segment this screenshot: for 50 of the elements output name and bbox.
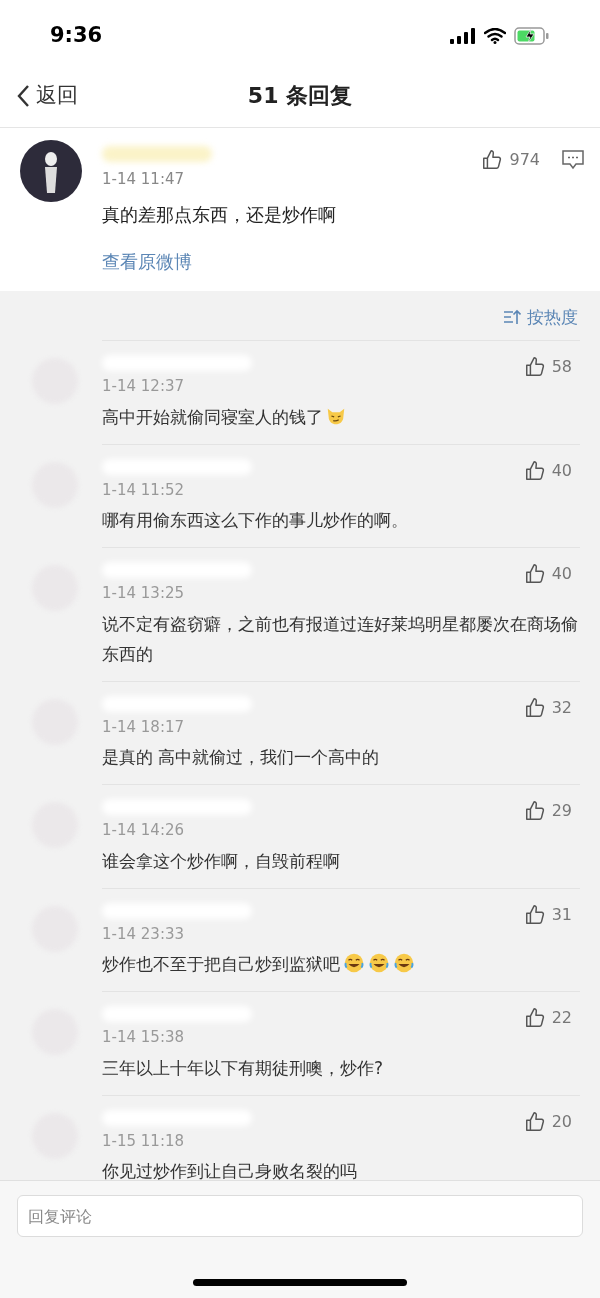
comment-text: 是真的 高中就偷过，我们一个高中的: [102, 746, 381, 769]
like-count: 29: [551, 800, 572, 822]
like-count: 40: [551, 459, 572, 482]
laughing-crying-emoji-icon: [393, 952, 415, 974]
comment-time: 1-15 11:18: [102, 1130, 186, 1152]
laughing-crying-emoji-icon: [368, 952, 390, 974]
thumbs-up-icon[interactable]: [523, 356, 546, 378]
like-count: 32: [551, 696, 572, 719]
view-original-link[interactable]: 查看原微博: [102, 247, 600, 275]
like-count: 31: [551, 903, 572, 926]
status-time: 9:36: [50, 22, 103, 50]
comment-time: 1-14 11:47: [102, 169, 186, 190]
comment-text: 说不定有盗窃癖，之前也有报道过连好莱坞明星都屡次在商场偷东西的: [102, 612, 579, 666]
page-title: 51 条回复: [247, 82, 353, 110]
comment-text: 炒作也不至于把自己炒到监狱吧: [102, 949, 580, 979]
thumbs-up-icon[interactable]: [523, 1007, 546, 1029]
thumbs-up-icon[interactable]: [523, 563, 546, 585]
thumbs-up-icon[interactable]: [481, 149, 504, 171]
comment-text: 你见过炒作到让自己身败名裂的吗: [102, 1160, 358, 1180]
thumbs-up-icon[interactable]: [523, 459, 546, 482]
comment-time: 1-14 13:25: [102, 583, 186, 604]
comment-text: 谁会拿这个炒作啊，自毁前程啊: [102, 849, 341, 873]
comment-time: 1-14 11:52: [102, 479, 186, 501]
like-count: 20: [551, 1110, 572, 1133]
comment-time: 1-14 18:17: [102, 716, 186, 738]
thumbs-up-icon[interactable]: [523, 1110, 546, 1133]
comment-text: 真的差那点东西，还是炒作啊: [102, 202, 337, 227]
laughing-crying-emoji-icon: [343, 952, 365, 974]
wifi-icon: [484, 28, 506, 44]
sort-icon: [503, 309, 521, 326]
comment-time: 1-14 12:37: [102, 376, 186, 397]
sort-button[interactable]: 按热度: [503, 304, 578, 330]
thumbs-up-icon[interactable]: [523, 696, 546, 719]
comment-time: 1-14 14:26: [102, 820, 186, 841]
comment-time: 1-14 23:33: [102, 923, 186, 945]
like-count: 22: [551, 1007, 572, 1029]
comment-text: 三年以上十年以下有期徒刑噢，炒作?: [102, 1056, 385, 1080]
comment-text: 高中开始就偷同寝室人的钱了: [102, 401, 580, 432]
thumbs-up-icon[interactable]: [523, 800, 546, 822]
like-count: 58: [551, 356, 572, 378]
like-count: 974: [509, 149, 540, 171]
signal-icon: [450, 28, 476, 44]
like-count: 40: [551, 563, 572, 585]
comment-time: 1-14 15:38: [102, 1027, 186, 1048]
reply-input[interactable]: 回复评论: [17, 1195, 583, 1237]
chevron-left-icon: [16, 83, 30, 108]
back-button[interactable]: 返回: [16, 79, 78, 112]
comment-text: 哪有用偷东西这么下作的事儿炒作的啊。: [102, 509, 409, 532]
comment-icon[interactable]: [562, 150, 584, 170]
thumbs-up-icon[interactable]: [523, 903, 546, 926]
